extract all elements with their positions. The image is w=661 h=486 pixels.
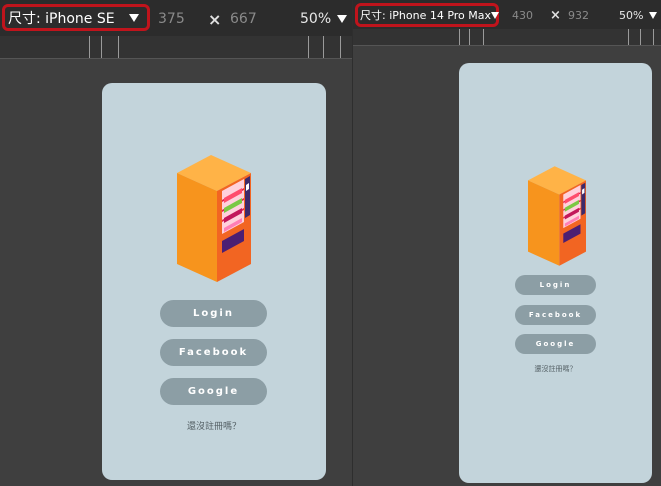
- phone-screen: Login Facebook Google 還沒註冊嗎？: [102, 83, 326, 480]
- ruler-tick: [101, 36, 102, 58]
- zoom-select[interactable]: 50%: [300, 11, 348, 27]
- devtools-pane-iphone-se: 尺寸: iPhone SE 375 × 667 50% Login Facebo…: [0, 0, 352, 486]
- width-field[interactable]: 375: [158, 11, 185, 27]
- device-label: 尺寸: iPhone 14 Pro Max: [360, 9, 492, 22]
- width-field[interactable]: 430: [512, 9, 533, 22]
- ruler-tick: [308, 36, 309, 58]
- ruler-tick: [640, 29, 641, 45]
- device-toolbar: 尺寸: iPhone SE 375 × 667 50%: [0, 0, 352, 36]
- register-link[interactable]: 還沒註冊嗎？: [459, 364, 652, 374]
- height-field[interactable]: 932: [568, 9, 589, 22]
- ruler-tick: [469, 29, 470, 45]
- device-select[interactable]: 尺寸: iPhone 14 Pro Max: [355, 3, 500, 27]
- vending-machine-illustration: [528, 166, 586, 266]
- vending-machine-illustration: [177, 155, 251, 282]
- facebook-button[interactable]: Facebook: [515, 305, 596, 325]
- ruler-tick: [459, 29, 460, 45]
- ruler-tick: [483, 29, 484, 45]
- zoom-label: 50%: [619, 9, 644, 22]
- ruler-tick: [340, 36, 341, 58]
- dropdown-triangle-icon: [337, 15, 348, 23]
- media-query-ruler: [353, 29, 661, 46]
- google-button[interactable]: Google: [515, 334, 596, 354]
- ruler-tick: [628, 29, 629, 45]
- login-button[interactable]: Login: [160, 300, 267, 327]
- ruler-tick: [89, 36, 90, 58]
- device-toolbar: 尺寸: iPhone 14 Pro Max 430 × 932 50%: [353, 0, 661, 29]
- ruler-tick: [118, 36, 119, 58]
- phone-screen: Login Facebook Google 還沒註冊嗎？: [459, 63, 652, 483]
- facebook-button[interactable]: Facebook: [160, 339, 267, 366]
- device-select[interactable]: 尺寸: iPhone SE: [2, 4, 150, 31]
- media-query-ruler: [0, 36, 352, 59]
- times-icon: ×: [208, 10, 222, 29]
- height-field[interactable]: 667: [230, 11, 257, 27]
- ruler-tick: [323, 36, 324, 58]
- device-label: 尺寸: iPhone SE: [8, 10, 115, 27]
- devtools-pane-iphone-14-pro-max: 尺寸: iPhone 14 Pro Max 430 × 932 50% Logi…: [353, 0, 661, 486]
- login-button[interactable]: Login: [515, 275, 596, 295]
- google-button[interactable]: Google: [160, 378, 267, 405]
- dropdown-triangle-icon: [491, 11, 500, 19]
- dropdown-triangle-icon: [129, 13, 139, 22]
- zoom-select[interactable]: 50%: [619, 9, 658, 22]
- times-icon: ×: [550, 8, 561, 23]
- ruler-tick: [653, 29, 654, 45]
- zoom-label: 50%: [300, 11, 332, 27]
- register-link[interactable]: 還沒註冊嗎？: [102, 419, 326, 432]
- dropdown-triangle-icon: [649, 12, 658, 19]
